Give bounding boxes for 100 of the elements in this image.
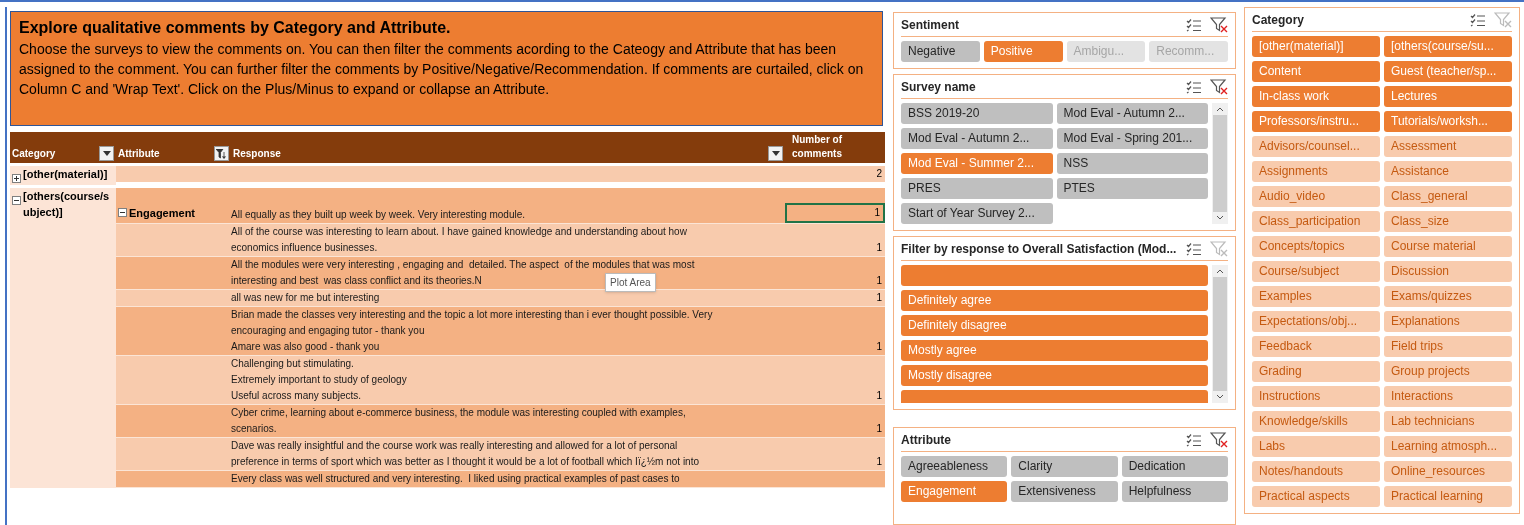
scroll-down-icon[interactable]	[1216, 215, 1224, 221]
slicer-item[interactable]: Helpfulness	[1121, 481, 1228, 502]
slicer-item[interactable]: Exams/quizzes	[1384, 286, 1512, 307]
count-cell-text: 1	[876, 291, 882, 305]
slicer-item[interactable]: Ambigu...	[1066, 41, 1146, 62]
response-text: Challenging but stimulating.	[231, 357, 354, 371]
slicer-item[interactable]: Recomm...	[1149, 41, 1228, 62]
scrollbar[interactable]	[1212, 103, 1228, 224]
scroll-thumb[interactable]	[1213, 277, 1227, 391]
slicer-item[interactable]: Start of Year Survey 2...	[901, 203, 1053, 224]
slicer-item[interactable]: Course material	[1384, 236, 1512, 257]
column-header: Category	[12, 147, 56, 161]
slicer-item[interactable]: Positive	[983, 41, 1063, 62]
slicer-item[interactable]: Dedication	[1121, 456, 1228, 477]
slicer-item[interactable]: In-class work	[1252, 86, 1380, 107]
category-label: [other(material)]	[23, 167, 108, 182]
slicer-item[interactable]: Field trips	[1384, 336, 1512, 357]
slicer-item[interactable]: Interactions	[1384, 386, 1512, 407]
dropdown-button[interactable]	[768, 146, 783, 161]
count-cell-text: 1	[876, 455, 882, 469]
slicer-item[interactable]: Mod Eval - Autumn 2...	[901, 128, 1053, 149]
slicer-item[interactable]: Definitely agree	[901, 290, 1208, 311]
slicer-item[interactable]: Notes/handouts	[1252, 461, 1380, 482]
slicer-item[interactable]: Practical aspects	[1252, 486, 1380, 507]
slicer-item[interactable]: Instructions	[1252, 386, 1380, 407]
response-text: interesting and best was class conflict and its theories.N	[231, 274, 482, 288]
response-text: Useful across many subjects.	[231, 389, 362, 403]
slicer-item[interactable]: Discussion	[1384, 261, 1512, 282]
slicer-item[interactable]: Assessment	[1384, 136, 1512, 157]
dropdown-button[interactable]	[99, 146, 114, 161]
scroll-up-icon[interactable]	[1216, 268, 1224, 274]
slicer-item[interactable]: Mostly disagree	[901, 365, 1208, 386]
slicer-item[interactable]: Feedback	[1252, 336, 1380, 357]
response-text: Extremely important to study of geology	[231, 373, 407, 387]
slicer-item[interactable]: Mostly agree	[901, 340, 1208, 361]
filter-button[interactable]	[214, 146, 229, 161]
slicer-item[interactable]: Tutorials/worksh...	[1384, 111, 1512, 132]
slicer-item[interactable]: Concepts/topics	[1252, 236, 1380, 257]
clear-filter-icon[interactable]	[1210, 79, 1228, 95]
slicer-item[interactable]: Online_resources	[1384, 461, 1512, 482]
slicer-item[interactable]: Assignments	[1252, 161, 1380, 182]
scroll-down-icon[interactable]	[1216, 394, 1224, 400]
slicer-item[interactable]: Mod Eval - Summer 2...	[901, 153, 1053, 174]
slicer-item[interactable]: BSS 2019-20	[901, 103, 1053, 124]
expand-icon[interactable]	[12, 173, 21, 183]
slicer-item[interactable]: Negative	[901, 41, 980, 62]
slicer-item[interactable]: Lab technicians	[1384, 411, 1512, 432]
slicer-item[interactable]: Guest (teacher/sp...	[1384, 61, 1512, 82]
slicer-item[interactable]: Assistance	[1384, 161, 1512, 182]
column-header: Response	[233, 147, 281, 161]
slicer-item[interactable]: [other(material)]	[1252, 36, 1380, 57]
slicer-item[interactable]: [others(course/su...	[1384, 36, 1512, 57]
slicer-item[interactable]: Mod Eval - Autumn 2...	[1056, 103, 1208, 124]
multi-select-icon[interactable]	[1186, 80, 1202, 94]
count-cell-text: 2	[875, 167, 883, 181]
slicer-item[interactable]: PRES	[901, 178, 1053, 199]
slicer-item[interactable]: Advisors/counsel...	[1252, 136, 1380, 157]
slicer-item[interactable]: Class_participation	[1252, 211, 1380, 232]
collapse-icon[interactable]	[118, 208, 127, 218]
slicer-item[interactable]: Lectures	[1384, 86, 1512, 107]
scrollbar[interactable]	[1212, 265, 1228, 403]
scroll-thumb[interactable]	[1213, 115, 1227, 212]
slicer-item[interactable]: Labs	[1252, 436, 1380, 457]
column-header: Number of comments	[791, 133, 843, 161]
multi-select-icon[interactable]	[1470, 13, 1486, 27]
slicer-item[interactable]: Class_general	[1384, 186, 1512, 207]
column-header: Attribute	[118, 147, 160, 161]
response-text: All the modules were very interesting , engaging and detailed. The aspect of the modules that was most	[231, 258, 695, 272]
response-text: encouraging and engaging tutor - thank you	[231, 324, 425, 338]
slicer-item[interactable]: Agreeableness	[901, 456, 1008, 477]
slicer-item[interactable]: Definitely disagree	[901, 315, 1208, 336]
slicer-item[interactable]: Group projects	[1384, 361, 1512, 382]
multi-select-icon[interactable]	[1186, 433, 1202, 447]
slicer-item[interactable]: Grading	[1252, 361, 1380, 382]
slicer-item[interactable]: Mod Eval - Spring 201...	[1056, 128, 1208, 149]
count-cell-text: 1	[876, 422, 882, 436]
slicer-item[interactable]: Explanations	[1384, 311, 1512, 332]
slicer-item[interactable]: Content	[1252, 61, 1380, 82]
slicer-item[interactable]: Engagement	[901, 481, 1008, 502]
slicer-item[interactable]: Course/subject	[1252, 261, 1380, 282]
slicer-item[interactable]: Expectations/obj...	[1252, 311, 1380, 332]
slicer-item[interactable]: Class_size	[1384, 211, 1512, 232]
multi-select-icon[interactable]	[1186, 18, 1202, 32]
slicer-item[interactable]: Knowledge/skills	[1252, 411, 1380, 432]
count-cell-text: 1	[876, 389, 882, 403]
slicer-item[interactable]: Practical learning	[1384, 486, 1512, 507]
slicer-item[interactable]: NSS	[1056, 153, 1208, 174]
clear-filter-icon[interactable]	[1210, 432, 1228, 448]
slicer-item[interactable]: Learning atmosph...	[1384, 436, 1512, 457]
scroll-up-icon[interactable]	[1216, 106, 1224, 112]
collapse-icon[interactable]	[12, 195, 21, 205]
multi-select-icon[interactable]	[1186, 242, 1202, 256]
clear-filter-icon[interactable]	[1210, 17, 1228, 33]
slicer-item[interactable]: Clarity	[1011, 456, 1118, 477]
slicer-item[interactable]: Examples	[1252, 286, 1380, 307]
response-text: Brian made the classes very interesting and the topic a lot more interesting than i ever thought possible. Very	[231, 308, 713, 322]
slicer-item[interactable]: PTES	[1056, 178, 1208, 199]
slicer-item[interactable]: Audio_video	[1252, 186, 1380, 207]
slicer-item[interactable]: Extensiveness	[1011, 481, 1118, 502]
slicer-item[interactable]: Professors/instru...	[1252, 111, 1380, 132]
